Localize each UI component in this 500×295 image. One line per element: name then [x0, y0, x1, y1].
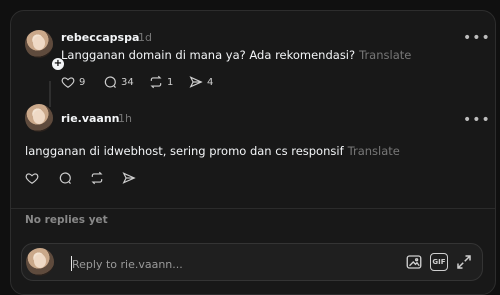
reply-time: 1h: [118, 112, 132, 125]
translate-link[interactable]: Translate: [359, 48, 411, 62]
send-icon: [189, 76, 203, 88]
post-time: 1d: [138, 31, 152, 44]
send-icon: [122, 172, 136, 184]
no-replies-label: No replies yet: [25, 214, 108, 226]
repost-arrows-icon: [150, 75, 162, 89]
comment-bubble-icon: [59, 172, 71, 184]
more-options-icon[interactable]: •••: [463, 113, 491, 127]
thread-panel: + rebeccapspa 1d ••• Langganan domain di…: [10, 10, 496, 295]
image-icon[interactable]: [405, 253, 423, 271]
comment-button[interactable]: [58, 171, 72, 185]
post-text: Langganan domain di mana ya? Ada rekomen…: [61, 48, 411, 62]
reply-text: langganan di idwebhost, sering promo dan…: [25, 144, 400, 158]
expand-icon[interactable]: [455, 253, 473, 271]
reply-input[interactable]: [72, 256, 352, 272]
comment-bubble-icon: [104, 76, 116, 88]
share-button[interactable]: [122, 171, 136, 185]
translate-link[interactable]: Translate: [348, 144, 400, 158]
gif-icon[interactable]: GIF: [430, 253, 448, 271]
gif-label: GIF: [432, 258, 446, 266]
share-button[interactable]: 4: [189, 75, 213, 89]
like-button[interactable]: [25, 171, 39, 185]
post-body: Langganan domain di mana ya? Ada rekomen…: [61, 48, 356, 62]
repost-button[interactable]: 1: [149, 75, 173, 89]
reply-composer[interactable]: GIF: [21, 243, 483, 281]
reply-body: langganan di idwebhost, sering promo dan…: [25, 144, 344, 158]
comment-button[interactable]: 34: [103, 75, 134, 89]
current-user-avatar: [26, 248, 54, 276]
avatar-rie-vaann[interactable]: [25, 104, 53, 132]
username-rebeccapspa[interactable]: rebeccapspa: [61, 31, 139, 44]
share-count: 4: [207, 76, 214, 88]
heart-icon: [25, 173, 39, 184]
repost-button[interactable]: [90, 171, 104, 185]
username-rie-vaann[interactable]: rie.vaann: [61, 112, 120, 125]
more-options-icon[interactable]: •••: [463, 31, 491, 45]
repost-arrows-icon: [91, 171, 103, 185]
repost-count: 1: [167, 76, 174, 88]
avatar-rebeccapspa[interactable]: [25, 30, 53, 58]
like-button[interactable]: 9: [61, 75, 85, 89]
heart-icon: [61, 77, 75, 88]
thread-line: [49, 81, 51, 107]
like-count: 9: [79, 76, 86, 88]
reply-count: 34: [121, 76, 134, 88]
divider: [11, 208, 495, 209]
